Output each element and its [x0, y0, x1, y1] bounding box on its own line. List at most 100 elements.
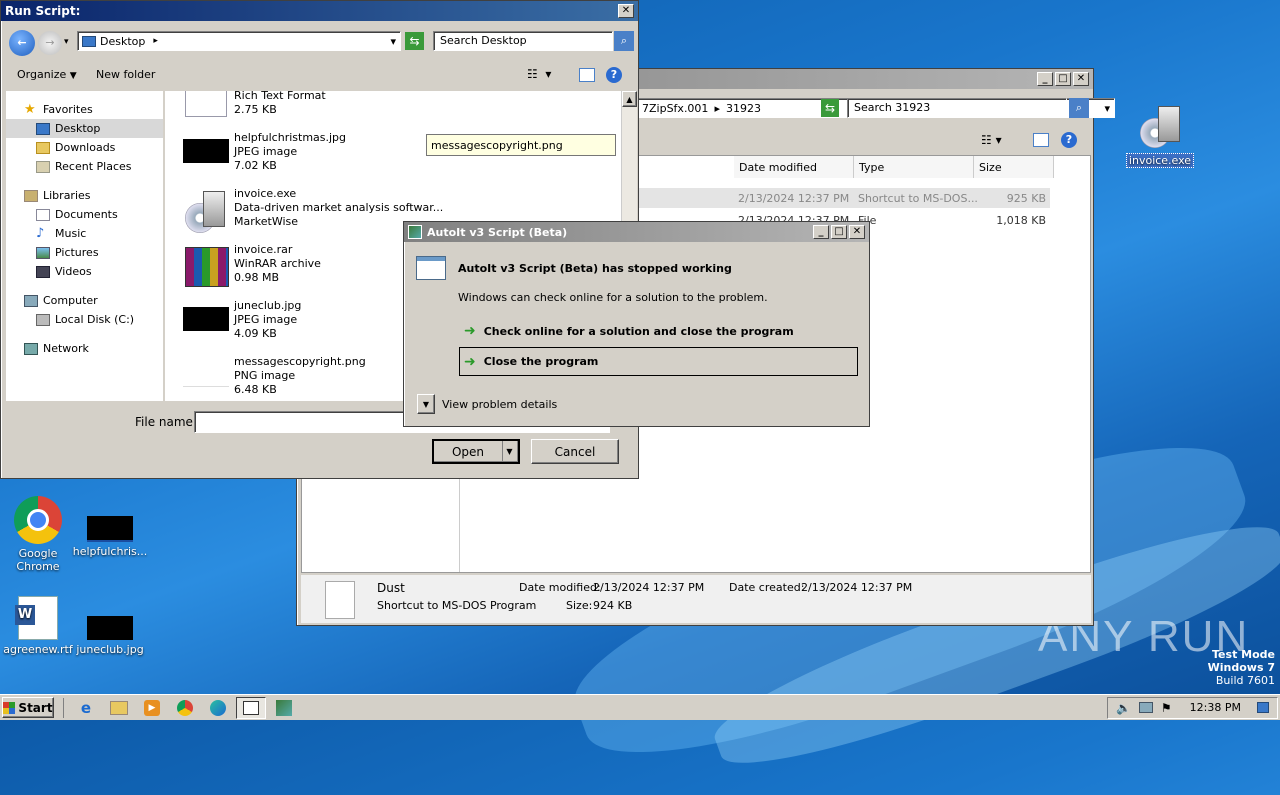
address-folder[interactable]: 31923 — [726, 102, 761, 115]
desktop-icon-juneclub[interactable]: juneclub.jpg — [72, 616, 148, 656]
help-icon[interactable]: ? — [1061, 132, 1077, 148]
table-row[interactable]: 2/13/2024 12:37 PM Shortcut to MS-DOS...… — [602, 188, 1050, 208]
run-script-titlebar[interactable]: Run Script: ✕ — [1, 1, 638, 21]
back-button[interactable]: ← — [9, 30, 35, 56]
column-date-modified[interactable]: Date modified — [734, 156, 854, 178]
chrome-icon[interactable] — [170, 697, 200, 719]
history-chevron-icon[interactable]: ▾ — [64, 37, 69, 47]
nav-favorites[interactable]: ★ Favorites — [6, 100, 163, 119]
address-bar[interactable]: Desktop ▸ ▾ — [77, 31, 401, 51]
list-item[interactable]: messagescopyright.png PNG image 6.48 KB — [165, 355, 415, 401]
nav-item-pictures[interactable]: Pictures — [6, 243, 163, 262]
view-options-icon[interactable]: ☷ ▾ — [981, 133, 1002, 147]
ie-icon[interactable]: e — [71, 697, 101, 719]
network-icon — [24, 342, 38, 355]
start-label: Start — [18, 700, 53, 715]
autoit-task-icon[interactable] — [269, 697, 299, 719]
search-input[interactable]: Search Desktop — [433, 31, 613, 51]
refresh-icon[interactable]: ⇆ — [821, 99, 839, 117]
file-size: 2.75 KB — [234, 103, 277, 116]
open-button[interactable]: Open ▼ — [432, 439, 520, 464]
error-dialog-titlebar[interactable]: AutoIt v3 Script (Beta) _ □ ✕ — [404, 222, 869, 242]
show-desktop-icon[interactable] — [1257, 702, 1269, 713]
list-item[interactable]: juneclub.jpg JPEG image 4.09 KB — [165, 299, 415, 355]
forward-button[interactable]: → — [38, 31, 62, 55]
image-thumbnail-icon — [183, 139, 229, 163]
desktop-icon-agreenew[interactable]: W agreenew.rtf — [0, 596, 76, 656]
music-icon: ♪ — [36, 225, 45, 241]
nav-item-videos[interactable]: Videos — [6, 262, 163, 281]
edge-icon[interactable] — [203, 697, 233, 719]
start-button[interactable]: Start — [2, 697, 54, 718]
address-crumb[interactable]: 7ZipSfx.001 — [642, 102, 708, 115]
minimize-button[interactable]: _ — [813, 225, 829, 239]
close-button[interactable]: ✕ — [1073, 72, 1089, 86]
nav-network[interactable]: Network — [6, 339, 163, 358]
breadcrumb-chevron-icon[interactable]: ▸ — [153, 36, 158, 46]
detail-modified-value: 2/13/2024 12:37 PM — [593, 581, 705, 594]
chevron-down-icon[interactable]: ▾ — [1104, 102, 1110, 115]
cancel-button[interactable]: Cancel — [531, 439, 619, 464]
installer-disc-icon — [185, 191, 229, 235]
explorer-details-pane: Dust Shortcut to MS-DOS Program Date mod… — [301, 575, 1091, 623]
maximize-button[interactable]: □ — [831, 225, 847, 239]
system-tray: 🔈 ⚑ 12:38 PM — [1106, 696, 1278, 719]
desktop-icon-chrome[interactable]: Google Chrome — [0, 496, 76, 573]
new-folder-button[interactable]: New folder — [96, 68, 155, 81]
chevron-down-icon[interactable]: ▾ — [390, 35, 396, 48]
organize-menu[interactable]: Organize ▼ — [17, 68, 77, 81]
desktop-icon-invoice-exe[interactable]: invoice.exe — [1122, 104, 1198, 168]
network-tray-icon[interactable] — [1138, 702, 1153, 713]
nav-label: Desktop — [55, 122, 101, 135]
list-item[interactable]: helpfulchristmas.jpg JPEG image 7.02 KB — [165, 131, 415, 187]
desktop-icon-helpfulchristmas[interactable]: helpfulchris... — [72, 516, 148, 558]
winrar-archive-icon — [185, 247, 229, 287]
nav-label: Network — [43, 342, 89, 355]
check-online-option[interactable]: ➜ Check online for a solution and close … — [460, 319, 858, 343]
explorer-search-input[interactable]: Search 31923 — [847, 98, 1067, 118]
column-size[interactable]: Size — [974, 156, 1054, 178]
desktop-icon-label: agreenew.rtf — [3, 643, 73, 656]
list-item[interactable]: invoice.exe Data-driven market analysis s… — [165, 187, 443, 243]
close-button[interactable]: ✕ — [618, 4, 634, 18]
split-dropdown-icon[interactable]: ▼ — [502, 441, 516, 462]
view-options-icon[interactable]: ☷ ▾ — [527, 67, 551, 81]
word-document-icon: W — [15, 596, 58, 640]
minimize-button[interactable]: _ — [1037, 72, 1053, 86]
nav-item-documents[interactable]: Documents — [6, 205, 163, 224]
scroll-up-arrow-icon[interactable]: ▲ — [622, 91, 637, 107]
media-player-icon[interactable]: ▶ — [137, 697, 167, 719]
run-script-task-icon[interactable] — [236, 696, 266, 719]
preview-pane-icon[interactable] — [1033, 133, 1049, 147]
nav-item-desktop[interactable]: Desktop — [6, 119, 163, 138]
close-program-option[interactable]: ➜ Close the program — [459, 347, 858, 376]
help-icon[interactable]: ? — [606, 67, 622, 83]
preview-pane-icon[interactable] — [579, 68, 595, 82]
clock[interactable]: 12:38 PM — [1190, 701, 1241, 714]
view-details-label[interactable]: View problem details — [442, 398, 557, 411]
search-icon[interactable]: ⌕ — [1069, 98, 1089, 118]
close-button[interactable]: ✕ — [849, 225, 865, 239]
nav-item-local-disk[interactable]: Local Disk (C:) — [6, 310, 163, 329]
details-expand-button[interactable]: ▼ — [417, 394, 435, 414]
os-test-mode: Test Mode — [1212, 648, 1275, 661]
list-item[interactable]: invoice.rar WinRAR archive 0.98 MB — [165, 243, 415, 299]
nav-label: Recent Places — [55, 160, 132, 173]
nav-computer[interactable]: Computer — [6, 291, 163, 310]
volume-icon[interactable]: 🔈 — [1116, 701, 1131, 715]
address-location[interactable]: Desktop — [100, 35, 145, 48]
search-icon[interactable]: ⌕ — [614, 31, 634, 51]
file-type: PNG image — [234, 369, 296, 382]
row-size: 925 KB — [1006, 192, 1046, 205]
nav-item-downloads[interactable]: Downloads — [6, 138, 163, 157]
explorer-icon[interactable] — [104, 697, 134, 719]
nav-libraries[interactable]: Libraries — [6, 186, 163, 205]
program-window-icon — [416, 256, 446, 280]
detail-size-value: 924 KB — [593, 599, 633, 612]
refresh-icon[interactable]: ⇆ — [405, 32, 424, 50]
maximize-button[interactable]: □ — [1055, 72, 1071, 86]
nav-item-recent-places[interactable]: Recent Places — [6, 157, 163, 176]
nav-item-music[interactable]: ♪ Music — [6, 224, 163, 243]
flag-icon[interactable]: ⚑ — [1161, 701, 1172, 715]
column-type[interactable]: Type — [854, 156, 974, 178]
